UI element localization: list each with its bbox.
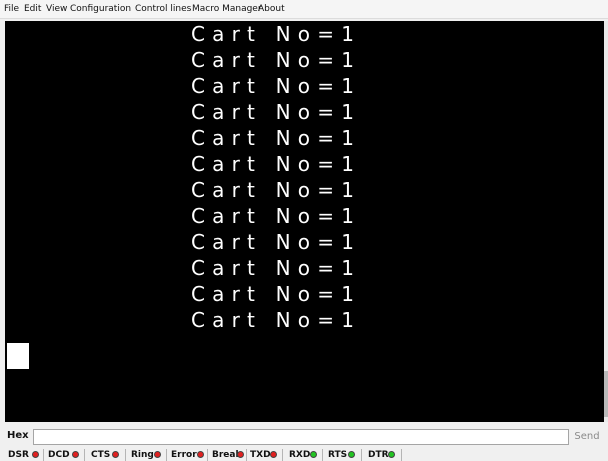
status-divider: [207, 449, 208, 461]
menu-bar: File Edit View Configuration Control lin…: [0, 0, 608, 19]
menu-macro-manager[interactable]: Macro Manager: [192, 4, 262, 14]
menu-configuration[interactable]: Configuration: [70, 4, 131, 14]
rxd-led-icon: [310, 451, 317, 458]
status-divider: [125, 449, 126, 461]
terminal-line: Cart No=1: [191, 152, 362, 176]
menu-view[interactable]: View: [46, 4, 67, 14]
terminal-line: Cart No=1: [191, 230, 362, 254]
status-label: Error: [171, 450, 197, 460]
terminal-scrollbar[interactable]: [604, 21, 608, 422]
status-label: CTS: [91, 450, 111, 460]
send-button[interactable]: Send: [569, 430, 605, 444]
rts-led-icon: [348, 451, 355, 458]
status-divider: [166, 449, 167, 461]
status-label: DSR: [8, 450, 29, 460]
terminal-cursor: [7, 343, 29, 369]
hex-label: Hex: [7, 430, 29, 441]
menu-edit[interactable]: Edit: [24, 4, 41, 14]
status-divider: [43, 449, 44, 461]
error-led-icon: [197, 451, 204, 458]
terminal-line: Cart No=1: [191, 48, 362, 72]
status-divider: [246, 449, 247, 461]
menu-file[interactable]: File: [4, 4, 19, 14]
terminal-line: Cart No=1: [191, 74, 362, 98]
status-divider: [84, 449, 85, 461]
hex-input[interactable]: [33, 429, 569, 445]
terminal-line: Cart No=1: [191, 100, 362, 124]
status-label: RTS: [328, 450, 348, 460]
terminal-line: Cart No=1: [191, 282, 362, 306]
terminal-line: Cart No=1: [191, 178, 362, 202]
status-divider: [282, 449, 283, 461]
txd-led-icon: [270, 451, 277, 458]
terminal-line: Cart No=1: [191, 204, 362, 228]
status-label: DTR: [368, 450, 389, 460]
status-divider: [361, 449, 362, 461]
status-label: TXD: [250, 450, 271, 460]
status-label: RXD: [289, 450, 311, 460]
terminal-line: Cart No=1: [191, 126, 362, 150]
cts-led-icon: [112, 451, 119, 458]
terminal-line: Cart No=1: [191, 256, 362, 280]
status-divider: [401, 449, 402, 461]
terminal-output[interactable]: Cart No=1 Cart No=1 Cart No=1 Cart No=1 …: [5, 21, 604, 422]
terminal-line: Cart No=1: [191, 308, 362, 332]
scrollbar-thumb[interactable]: [604, 371, 608, 417]
status-bar: DSR DCD CTS Ring Error Break TXD RXD RTS: [0, 449, 608, 461]
hex-input-bar: Hex Send: [0, 427, 608, 447]
ring-led-icon: [154, 451, 161, 458]
dcd-led-icon: [72, 451, 79, 458]
status-divider: [322, 449, 323, 461]
dsr-led-icon: [32, 451, 39, 458]
status-label: DCD: [48, 450, 70, 460]
menu-about[interactable]: About: [258, 4, 285, 14]
break-led-icon: [237, 451, 244, 458]
menu-control-lines[interactable]: Control lines: [135, 4, 191, 14]
terminal-line: Cart No=1: [191, 22, 362, 46]
dtr-led-icon: [388, 451, 395, 458]
status-label: Ring: [131, 450, 154, 460]
